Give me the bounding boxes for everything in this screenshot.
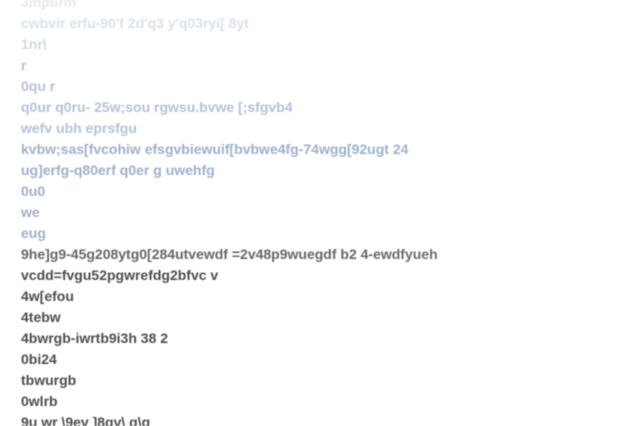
document-line: 4tebw	[21, 309, 61, 325]
document-line: 9he]g9-45g208ytg0[284utvewdf =2v48p9wueg…	[21, 246, 438, 262]
document-line: 3mpurm	[21, 0, 77, 10]
document-line: vcdd=fvgu52pgwrefdg2bfvc v	[21, 267, 219, 283]
document-line: 4w[efou	[21, 288, 74, 304]
document-line: q0ur q0ru- 25w;sou rgwsu.bvwe [;sfgvb4	[21, 99, 293, 115]
document-line: tbwurgb	[21, 372, 77, 388]
document-line: 0bi24	[21, 351, 57, 367]
document-line: 4bwrgb-iwrtb9i3h 38 2	[21, 330, 169, 346]
document-line: 0u0	[21, 183, 46, 199]
document-line: 1nr\	[21, 36, 47, 52]
document-line: wefv ubh eprsfgu	[21, 120, 137, 136]
document-line: r	[21, 57, 27, 73]
document-line: cwbvir erfu-90'f 2d'q3 y'q03ryi[ 8yt	[21, 15, 249, 31]
document-line: 0qu r	[21, 78, 56, 94]
document-line: eug	[21, 225, 46, 241]
document-line: 0wlrb	[21, 393, 58, 409]
document-line: 9u wr \9ev ]8gv\ g\g	[21, 414, 151, 426]
document-line: kvbw;sas[fvcohiw efsgvbiewuif[bvbwe4fg-7…	[21, 141, 409, 157]
text-document[interactable]: 3mpurm cwbvir erfu-90'f 2d'q3 y'q03ryi[ 8…	[0, 0, 640, 426]
document-line: we	[21, 204, 40, 220]
document-body[interactable]: 3mpurm cwbvir erfu-90'f 2d'q3 y'q03ryi[ 8…	[21, 0, 640, 426]
document-line: ug]erfg-q80erf q0er g uwehfg	[21, 162, 215, 178]
